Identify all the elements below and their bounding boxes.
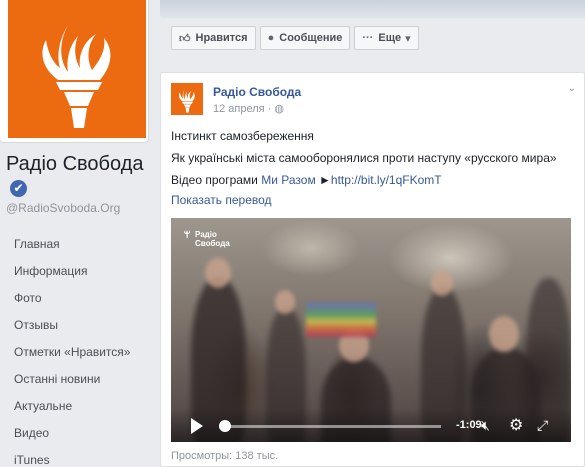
post-line-prefix: Відео програми	[171, 173, 262, 187]
progress-scrubber[interactable]	[219, 420, 232, 432]
post-timestamp[interactable]: 12 апреля · ◍	[213, 102, 284, 115]
post-line: Інстинкт самозбереження	[171, 129, 314, 143]
message-button-label: Сообщение	[279, 32, 343, 44]
page-nav: Главная Информация Фото Отзывы Отметки «…	[0, 232, 150, 467]
more-button-label: Еще	[378, 32, 402, 44]
video-controls: -1:09 🔇︎ ⚙ ⤢	[171, 408, 571, 442]
video-frame-figure	[275, 290, 295, 314]
play-icon[interactable]	[191, 418, 203, 434]
video-frame-figure	[205, 258, 231, 288]
nav-item-about[interactable]: Информация	[0, 259, 150, 286]
nav-item-photos[interactable]: Фото	[0, 286, 150, 313]
nav-item-home[interactable]: Главная	[0, 232, 150, 259]
post-line: Як українські міста самооборонялися прот…	[171, 151, 557, 165]
torch-logo-icon	[42, 25, 111, 128]
post-date[interactable]: 12 апреля	[213, 103, 265, 115]
like-button-label: Нравится	[195, 32, 248, 44]
post-card: Радіо Свобода 12 апреля · ◍ ⌄ Інстинкт с…	[160, 72, 585, 467]
external-url-link[interactable]: http://bit.ly/1qFKomT	[331, 173, 442, 187]
video-frame-figure	[489, 316, 519, 352]
video-player[interactable]: Радіо Свобода -1:09 🔇︎ ⚙ ⤢	[171, 218, 571, 442]
fullscreen-icon[interactable]: ⤢	[537, 417, 548, 434]
thumbs-up-icon: 👍︎	[179, 32, 191, 45]
post-line: Відео програми Ми Разом ►http://bit.ly/1…	[171, 172, 576, 189]
post-options-chevron-icon[interactable]: ⌄	[568, 83, 576, 94]
settings-gear-icon[interactable]: ⚙	[509, 415, 523, 435]
nav-item-topical[interactable]: Актуальне	[0, 394, 150, 421]
nav-item-latest-news[interactable]: Останні новини	[0, 367, 150, 394]
page-title-text[interactable]: Радіо Свобода	[6, 153, 144, 175]
video-watermark: Радіо Свобода	[181, 226, 230, 248]
page-username[interactable]: @RadioSvoboda.Org	[6, 201, 120, 215]
caret-down-icon: ▾	[405, 32, 411, 45]
profile-picture-frame	[0, 0, 148, 142]
globe-icon: ◍	[274, 103, 285, 115]
verified-check-icon: ✔	[10, 180, 27, 197]
message-button[interactable]: ● Сообщение	[259, 26, 351, 50]
watermark-text: Радіо	[195, 230, 217, 239]
post-body: Інстинкт самозбереження Як українські мі…	[171, 128, 576, 194]
more-button[interactable]: ··· Еще ▾	[354, 26, 419, 50]
nav-item-videos[interactable]: Видео	[0, 421, 150, 448]
video-frame-flag	[306, 303, 376, 337]
torch-logo-icon	[178, 88, 195, 113]
page-actions: 👍︎ Нравится ● Сообщение ··· Еще ▾	[171, 26, 423, 50]
profile-picture[interactable]	[8, 0, 146, 138]
watermark-text: Свобода	[195, 239, 230, 248]
left-column: Радіо Свобода ✔ @RadioSvoboda.Org Главная…	[0, 0, 152, 467]
progress-track[interactable]	[219, 425, 441, 428]
nav-item-likes[interactable]: Отметки «Нравится»	[0, 340, 150, 367]
video-frame-figure	[431, 270, 453, 296]
like-button[interactable]: 👍︎ Нравится	[171, 26, 256, 50]
page-title[interactable]: Радіо Свобода ✔	[6, 153, 152, 199]
show-translation-link[interactable]: Показать перевод	[171, 193, 272, 207]
post-author-name[interactable]: Радіо Свобода	[213, 85, 301, 99]
dots-icon: ···	[362, 32, 374, 44]
nav-item-reviews[interactable]: Отзывы	[0, 313, 150, 340]
time-remaining: -1:09	[456, 419, 482, 431]
cover-photo[interactable]	[160, 0, 585, 18]
arrow-glyph: ►	[315, 173, 331, 187]
mute-icon[interactable]: 🔇︎	[481, 417, 490, 434]
post-author-avatar[interactable]	[171, 83, 203, 115]
nav-item-itunes[interactable]: iTunes	[0, 448, 150, 467]
torch-logo-icon	[183, 229, 190, 239]
view-count: Просмотры: 138 тыс.	[171, 450, 279, 462]
messenger-icon: ●	[267, 32, 275, 44]
hashtag-link[interactable]: Ми Разом	[261, 173, 315, 187]
